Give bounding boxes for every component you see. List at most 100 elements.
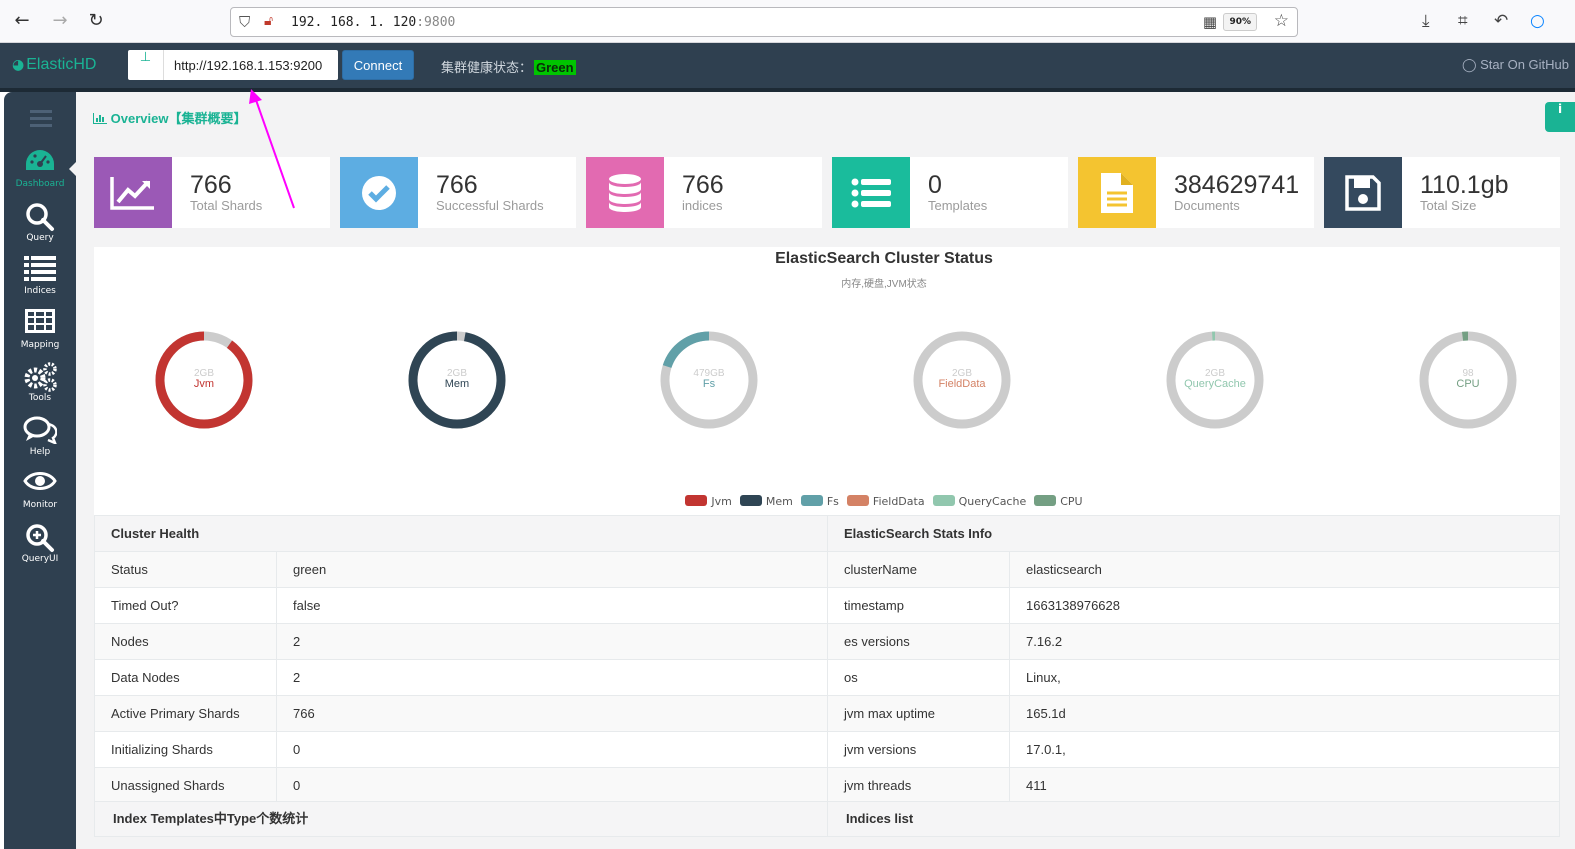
health-badge: Green xyxy=(534,60,576,75)
sidebar-item-monitor[interactable]: Monitor xyxy=(4,469,76,510)
legend-item-cpu[interactable]: CPU xyxy=(1034,495,1083,508)
stat-value: 0 xyxy=(928,171,942,199)
row-value: 2 xyxy=(276,623,828,660)
chart-subtitle: 内存,硬盘,JVM状态 xyxy=(841,279,927,290)
sidebar-item-mapping[interactable]: Mapping xyxy=(4,308,76,350)
check-circle-icon xyxy=(340,157,418,228)
stat-total-size: 110.1gb Total Size xyxy=(1324,157,1560,228)
search-icon[interactable]: ○ xyxy=(1530,11,1545,31)
dashboard-icon xyxy=(4,148,76,178)
legend-swatch xyxy=(1034,495,1057,506)
chart-legend: Jvm Mem Fs FieldData QueryCache CPU xyxy=(76,495,1575,508)
zoom-level[interactable]: 90% xyxy=(1223,13,1257,31)
donut-querycache[interactable]: 2GBQueryCache xyxy=(1163,328,1267,432)
stat-caption: Documents xyxy=(1174,198,1240,213)
legend-label: Fs xyxy=(826,495,839,508)
stat-templates: 0 Templates xyxy=(832,157,1068,228)
table-row: Active Primary Shards 766 xyxy=(94,695,828,732)
row-key: timestamp xyxy=(827,587,1010,624)
address-bar[interactable]: ⛉ 🔓︎ 192. 168. 1. 120:9800 ▦ 90% ☆ xyxy=(230,7,1298,37)
row-key: os xyxy=(827,659,1010,696)
bookmark-star-icon[interactable]: ☆ xyxy=(1274,11,1289,31)
legend-label: Jvm xyxy=(711,495,732,508)
sidebar-item-queryui[interactable]: QueryUI xyxy=(4,523,76,564)
stat-indices: 766 indices xyxy=(586,157,822,228)
cluster-health-status: 集群健康状态： Green xyxy=(441,60,576,75)
legend-item-fs[interactable]: Fs xyxy=(800,495,839,508)
stat-value: 766 xyxy=(436,171,478,199)
forward-arrow-icon[interactable]: → xyxy=(48,10,72,34)
sidebar-item-label: Mapping xyxy=(20,339,60,350)
stat-caption: Total Size xyxy=(1420,198,1477,213)
dashboard-icon: ◕ xyxy=(12,57,25,73)
connect-button[interactable]: Connect xyxy=(342,50,414,80)
stat-caption: indices xyxy=(682,198,723,213)
table-row: Data Nodes 2 xyxy=(94,659,828,696)
row-value: 0 xyxy=(276,731,828,768)
donut-fielddata[interactable]: 2GBFieldData xyxy=(910,328,1014,432)
info-icon[interactable]: i xyxy=(1545,102,1575,132)
donut-name-label: Mem xyxy=(445,378,469,390)
legend-label: FieldData xyxy=(872,495,925,508)
cluster-health-title: Cluster Health xyxy=(94,515,828,552)
legend-swatch xyxy=(685,495,708,506)
legend-item-jvm[interactable]: Jvm xyxy=(685,495,732,508)
donut-jvm[interactable]: 2GBJvm xyxy=(152,328,256,432)
sidebar-item-query[interactable]: Query xyxy=(4,202,76,243)
reload-icon[interactable]: ↻ xyxy=(84,10,108,34)
file-icon xyxy=(1078,157,1156,228)
donut-name-label: Fs xyxy=(703,378,716,390)
row-key: Data Nodes xyxy=(94,659,277,696)
address-url[interactable]: 192. 168. 1. 120:9800 xyxy=(291,15,455,30)
donut-name-label: Jvm xyxy=(194,378,214,390)
sidebar-item-help[interactable]: Help xyxy=(4,416,76,457)
list-icon xyxy=(4,255,76,285)
row-value: 165.1d xyxy=(1009,695,1560,732)
sidebar-item-indices[interactable]: Indices xyxy=(4,255,76,296)
host-input[interactable] xyxy=(166,50,336,80)
legend-swatch xyxy=(932,495,955,506)
database-icon xyxy=(586,157,664,228)
stat-caption: Templates xyxy=(928,198,988,213)
stat-value: 766 xyxy=(682,171,724,199)
row-key: jvm threads xyxy=(827,767,1010,804)
donut-cpu[interactable]: 98CPU xyxy=(1416,328,1520,432)
shield-icon[interactable]: ⛉ xyxy=(239,13,250,31)
stats-info-title: ElasticSearch Stats Info xyxy=(827,515,1560,552)
stat-value: 766 xyxy=(190,171,232,199)
insecure-lock-icon[interactable]: 🔓︎ xyxy=(264,13,273,29)
undo-icon[interactable]: ↶ xyxy=(1494,11,1508,31)
row-value: 766 xyxy=(276,695,828,732)
sidebar-item-label: Query xyxy=(26,232,54,243)
table-row: Initializing Shards 0 xyxy=(94,731,828,768)
stat-caption: Total Shards xyxy=(190,198,263,213)
legend-item-mem[interactable]: Mem xyxy=(739,495,793,508)
row-value: 2 xyxy=(276,659,828,696)
menu-toggle-icon[interactable] xyxy=(30,110,52,131)
download-icon[interactable]: ⤓ xyxy=(1422,11,1430,31)
donut-fs[interactable]: 479GBFs xyxy=(657,328,761,432)
back-arrow-icon[interactable]: ← xyxy=(10,10,34,34)
sidebar-item-tools[interactable]: Tools xyxy=(4,362,76,403)
donut-mem[interactable]: 2GBMem xyxy=(405,328,509,432)
donut-name-label: FieldData xyxy=(938,378,986,390)
legend-swatch xyxy=(846,495,869,506)
donut-name-label: CPU xyxy=(1456,378,1479,390)
row-key: Nodes xyxy=(94,623,277,660)
legend-item-querycache[interactable]: QueryCache xyxy=(932,495,1026,508)
sidebar-item-dashboard[interactable]: Dashboard xyxy=(4,148,76,189)
table-row: Timed Out? false xyxy=(94,587,828,624)
legend-item-fielddata[interactable]: FieldData xyxy=(846,495,925,508)
chart-title: ElasticSearch Cluster Status xyxy=(775,250,993,267)
github-star-link[interactable]: ◯ Star On GitHub xyxy=(1462,57,1569,73)
stat-value: 110.1gb xyxy=(1420,171,1509,199)
indices-list-header: Indices list xyxy=(827,801,1560,837)
row-value: green xyxy=(276,551,828,588)
qr-code-icon[interactable]: ▦ xyxy=(1203,13,1217,31)
brand[interactable]: ◕ ElasticHD xyxy=(12,56,96,74)
row-value: 0 xyxy=(276,767,828,804)
browser-toolbar: ← → ↻ ⛉ 🔓︎ 192. 168. 1. 120:9800 ▦ 90% ☆… xyxy=(0,0,1575,43)
stat-successful-shards: 766 Successful Shards xyxy=(340,157,576,228)
row-key: es versions xyxy=(827,623,1010,660)
crop-icon[interactable]: ⌗ xyxy=(1458,11,1468,31)
